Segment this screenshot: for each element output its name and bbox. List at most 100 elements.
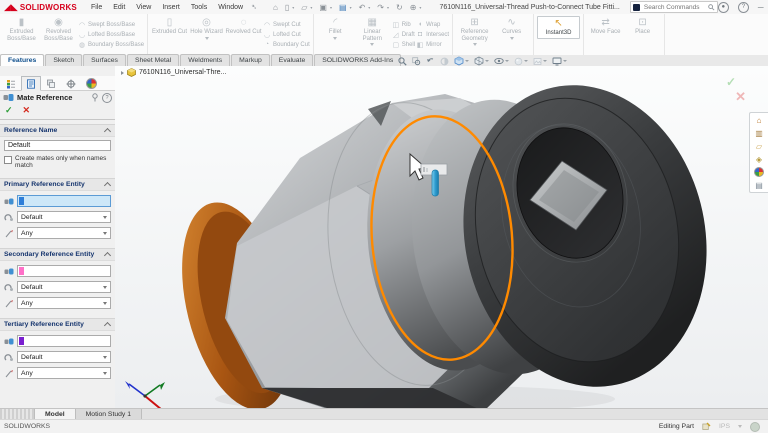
custom-properties-icon[interactable]: ▤ xyxy=(754,180,765,190)
fillet-button[interactable]: ◜ Fillet xyxy=(317,16,354,40)
file-explorer-icon[interactable]: ▱ xyxy=(754,141,765,151)
view-palette-icon[interactable]: ◈ xyxy=(754,154,765,164)
design-library-icon[interactable]: ▥ xyxy=(754,128,765,138)
tertiary-reference-header[interactable]: Tertiary Reference Entity xyxy=(0,318,115,331)
view-orientation-icon[interactable] xyxy=(454,56,469,66)
home-icon[interactable]: ⌂ xyxy=(273,3,278,12)
tertiary-mate-type-dropdown[interactable]: Default xyxy=(17,351,111,363)
undo-icon[interactable]: ↶ xyxy=(359,3,366,12)
part-model-3d[interactable] xyxy=(115,66,768,408)
appearances-icon[interactable] xyxy=(754,167,765,177)
boundary-boss-base-button[interactable]: ◍Boundary Boss/Base xyxy=(78,40,144,49)
search-input[interactable] xyxy=(642,3,706,12)
linear-pattern-button[interactable]: ▦ Linear Pattern xyxy=(354,16,391,46)
apply-scene-icon[interactable] xyxy=(533,57,547,66)
menu-window[interactable]: Window xyxy=(218,4,243,11)
extruded-boss-base-button[interactable]: ▮ Extruded Boss/Base xyxy=(3,16,40,42)
reference-name-header[interactable]: Reference Name xyxy=(0,124,115,137)
tab-features[interactable]: Features xyxy=(0,54,44,66)
menu-pin-icon[interactable]: ➴ xyxy=(251,3,257,11)
secondary-alignment-dropdown[interactable]: Any xyxy=(17,297,111,309)
rebuild-icon[interactable]: ↻ xyxy=(396,3,403,12)
previous-view-icon[interactable] xyxy=(426,57,435,66)
new-document-icon[interactable]: ▯ xyxy=(285,3,289,12)
search-commands-box[interactable] xyxy=(630,1,718,13)
property-manager-tab[interactable] xyxy=(21,76,41,91)
redo-icon[interactable]: ↷ xyxy=(377,3,384,12)
tertiary-selection-box[interactable] xyxy=(17,335,111,347)
place-button[interactable]: ⊡ Place xyxy=(624,16,661,36)
edit-appearance-icon[interactable] xyxy=(514,57,528,66)
units-caret-icon[interactable] xyxy=(738,425,742,428)
tab-surfaces[interactable]: Surfaces xyxy=(83,54,126,66)
resources-home-icon[interactable]: ⌂ xyxy=(754,115,765,125)
options-caret-icon[interactable]: ▾ xyxy=(419,5,421,10)
secondary-reference-header[interactable]: Secondary Reference Entity xyxy=(0,248,115,261)
primary-mate-type-dropdown[interactable]: Default xyxy=(17,211,111,223)
save-icon[interactable]: ▣ xyxy=(319,3,327,12)
swept-boss-base-button[interactable]: ◠Swept Boss/Base xyxy=(78,20,144,29)
units-label[interactable]: IPS xyxy=(719,423,730,430)
keep-visible-pin-icon[interactable] xyxy=(91,93,99,102)
menu-edit[interactable]: Edit xyxy=(113,4,125,11)
lofted-boss-base-button[interactable]: ◡Lofted Boss/Base xyxy=(78,30,144,39)
zoom-to-area-icon[interactable] xyxy=(412,57,421,66)
tab-sheet-metal[interactable]: Sheet Metal xyxy=(127,54,179,66)
tree-expand-icon[interactable] xyxy=(121,71,124,75)
primary-reference-header[interactable]: Primary Reference Entity xyxy=(0,178,115,191)
confirm-ok-icon[interactable]: ✓ xyxy=(726,76,736,88)
tree-root-label[interactable]: 7610N116_Universal-Thre... xyxy=(139,69,226,76)
revolved-cut-button[interactable]: ◌ Revolved Cut xyxy=(225,16,262,36)
reference-geometry-button[interactable]: ⊞ Reference Geometry xyxy=(456,16,493,46)
confirm-cancel-icon[interactable]: ✕ xyxy=(726,90,746,103)
graphics-viewport[interactable]: 7610N116_Universal-Thre... ✓ ✕ ⌂ ▥ ▱ ◈ ▤ xyxy=(115,66,768,408)
ok-button[interactable]: ✓ xyxy=(5,105,13,116)
menu-tools[interactable]: Tools xyxy=(191,4,207,11)
boundary-cut-button[interactable]: ◔Boundary Cut xyxy=(263,40,310,49)
lofted-cut-button[interactable]: ◡Lofted Cut xyxy=(263,30,310,39)
rib-button[interactable]: ◫Rib xyxy=(392,20,415,29)
swept-cut-button[interactable]: ◠Swept Cut xyxy=(263,20,310,29)
curves-button[interactable]: ∿ Curves xyxy=(493,16,530,40)
hole-wizard-button[interactable]: ◎ Hole Wizard xyxy=(188,16,225,40)
reference-name-input[interactable] xyxy=(4,140,111,151)
shell-button[interactable]: ▢Shell xyxy=(392,40,415,49)
minimize-button[interactable]: ─ xyxy=(758,3,764,12)
secondary-selection-box[interactable] xyxy=(17,265,111,277)
open-icon[interactable]: ▱ xyxy=(301,3,307,12)
intersect-button[interactable]: ◘Intersect xyxy=(416,30,449,39)
checkbox-icon[interactable] xyxy=(4,156,12,164)
draft-button[interactable]: ◿Draft xyxy=(392,30,415,39)
login-icon[interactable]: ● xyxy=(718,2,729,13)
menu-view[interactable]: View xyxy=(136,4,151,11)
feature-manager-tree-tab[interactable] xyxy=(1,76,21,91)
menu-file[interactable]: File xyxy=(91,4,102,11)
configuration-manager-tab[interactable] xyxy=(41,76,61,91)
panel-help-icon[interactable]: ? xyxy=(102,93,112,103)
section-view-icon[interactable] xyxy=(440,57,449,66)
tags-icon[interactable] xyxy=(750,422,760,432)
zoom-to-fit-icon[interactable] xyxy=(398,57,407,66)
cancel-button[interactable]: ✕ xyxy=(23,105,31,116)
mirror-button[interactable]: ◧Mirror xyxy=(416,40,449,49)
tab-markup[interactable]: Markup xyxy=(231,54,270,66)
hide-show-items-icon[interactable] xyxy=(494,57,509,65)
tab-sketch[interactable]: Sketch xyxy=(45,54,82,66)
tab-solidworks-add-ins[interactable]: SOLIDWORKS Add-Ins xyxy=(314,54,401,66)
display-manager-tab[interactable] xyxy=(81,76,101,91)
tertiary-alignment-dropdown[interactable]: Any xyxy=(17,367,111,379)
undo-caret-icon[interactable]: ▾ xyxy=(368,5,370,10)
new-caret-icon[interactable]: ▾ xyxy=(292,5,294,10)
save-caret-icon[interactable]: ▾ xyxy=(330,5,332,10)
primary-selection-box[interactable] xyxy=(17,195,111,207)
instant3d-button[interactable]: ↖ Instant3D xyxy=(537,16,580,39)
create-mates-checkbox-row[interactable]: Create mates only when names match xyxy=(4,155,111,170)
revolved-boss-base-button[interactable]: ◉ Revolved Boss/Base xyxy=(40,16,77,42)
search-icon[interactable] xyxy=(708,4,715,11)
dimxpert-manager-tab[interactable] xyxy=(61,76,81,91)
menu-insert[interactable]: Insert xyxy=(162,4,180,11)
extruded-cut-button[interactable]: ▯ Extruded Cut xyxy=(151,16,188,36)
print-icon[interactable]: ▤ xyxy=(339,3,347,12)
secondary-mate-type-dropdown[interactable]: Default xyxy=(17,281,111,293)
wrap-button[interactable]: ◖Wrap xyxy=(416,20,449,29)
